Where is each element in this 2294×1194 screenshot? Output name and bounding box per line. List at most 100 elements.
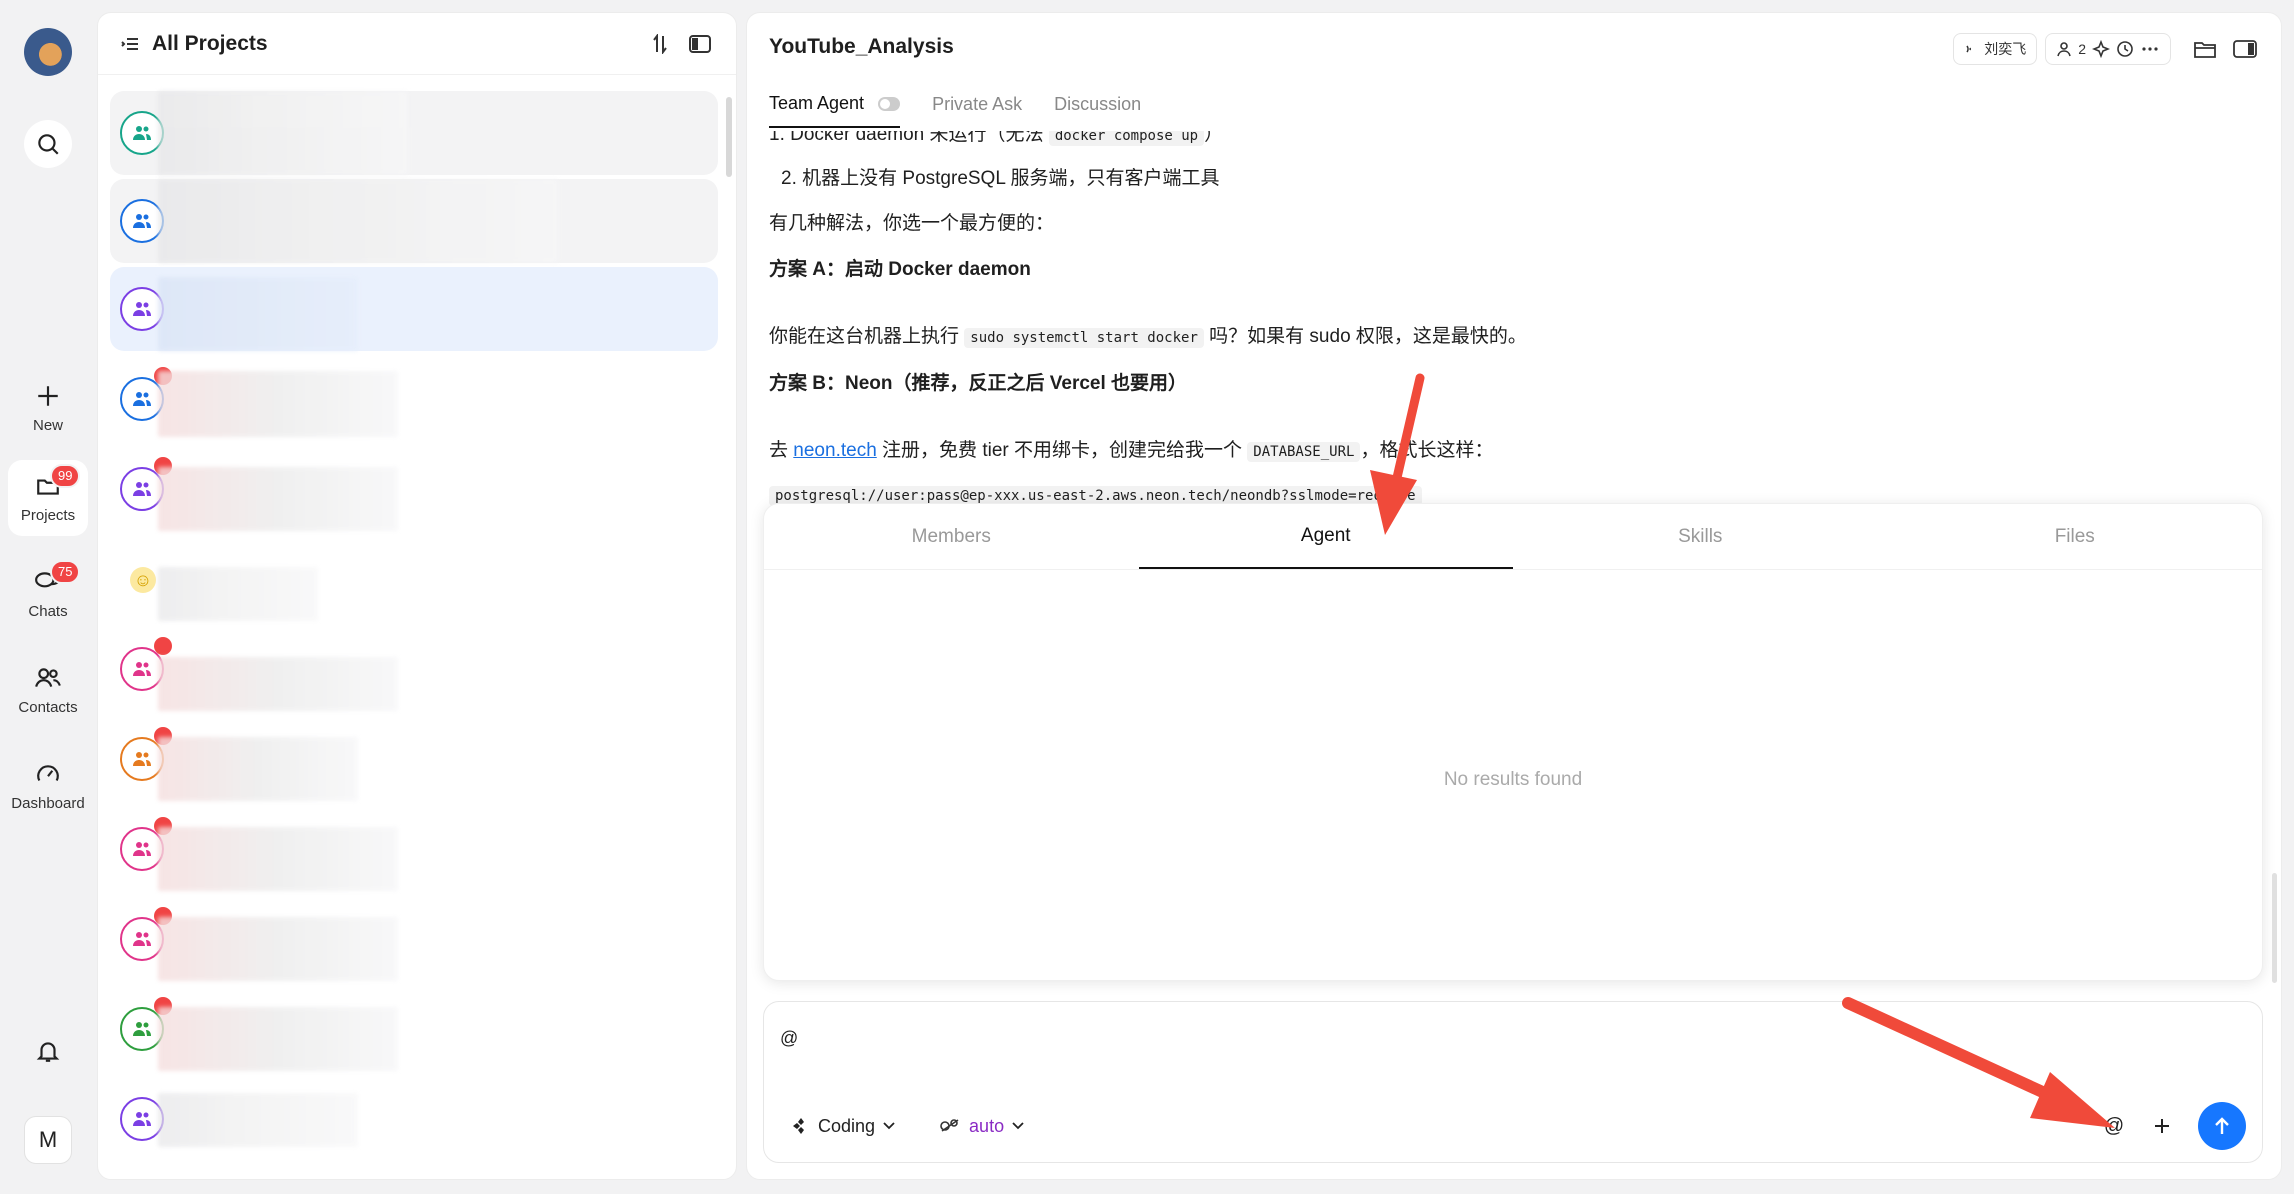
notifications-button[interactable]: [24, 1027, 72, 1075]
model-label: auto: [969, 1115, 1005, 1136]
project-row[interactable]: [110, 807, 718, 891]
tab-team-agent[interactable]: Team Agent: [769, 93, 901, 128]
projects-badge: 99: [50, 464, 81, 488]
workspace-button[interactable]: M: [24, 1116, 72, 1164]
plus-icon: [38, 385, 58, 406]
owner-pill[interactable]: 刘奕飞: [1953, 33, 2038, 65]
model-select[interactable]: auto: [927, 1106, 1036, 1146]
chat-line: 2. 机器上没有 PostgreSQL 服务端，只有客户端工具: [781, 168, 1220, 189]
arrow-up-icon: [2215, 1117, 2229, 1134]
rail-chats-button[interactable]: Chats 75: [8, 556, 88, 632]
plus-icon: [2155, 1119, 2169, 1133]
members-pill[interactable]: 2: [2045, 33, 2171, 65]
search-button[interactable]: [24, 120, 72, 168]
rail-dashboard-label: Dashboard: [11, 794, 85, 812]
rail-new-button[interactable]: New: [8, 370, 88, 446]
projects-panel: All Projects ☺: [97, 12, 737, 1180]
project-row[interactable]: [110, 1077, 718, 1161]
popover-tab-files[interactable]: Files: [1888, 504, 2263, 569]
chat-scrollbar[interactable]: [2272, 873, 2277, 983]
send-button[interactable]: [2198, 1102, 2246, 1150]
attach-button[interactable]: [2142, 1106, 2182, 1146]
team-agent-toggle[interactable]: [878, 96, 901, 111]
rail-dashboard-button[interactable]: Dashboard: [8, 748, 88, 824]
signal-icon: [1966, 45, 1972, 53]
clock-icon: [2117, 41, 2133, 57]
message-composer[interactable]: @ Coding auto @: [763, 1001, 2263, 1163]
popover-tab-members[interactable]: Members: [764, 504, 1139, 569]
chevron-down-icon: [1012, 1122, 1024, 1130]
model-icon: [940, 1119, 959, 1132]
chat-line: 有几种解法，你选一个最方便的：: [769, 213, 1055, 234]
member-count: 2: [2078, 41, 2086, 57]
page-title: YouTube_Analysis: [769, 35, 954, 58]
sort-icon: [653, 33, 667, 54]
project-row[interactable]: [110, 91, 718, 175]
left-rail: New Projects 99 Chats 75 Contacts Dashbo…: [0, 0, 96, 1194]
gauge-icon: [37, 764, 59, 781]
bell-icon: [36, 1042, 60, 1062]
list-icon: [121, 37, 138, 50]
chats-badge: 75: [50, 560, 81, 584]
folder-button[interactable]: [2189, 33, 2221, 65]
mode-select[interactable]: Coding: [780, 1106, 907, 1146]
project-row[interactable]: ☺: [110, 537, 718, 621]
popover-tab-agent[interactable]: Agent: [1138, 504, 1513, 569]
tab-private-ask[interactable]: Private Ask: [932, 94, 1022, 127]
plan-b-heading: 方案 B：Neon（推荐，反正之后 Vercel 也要用）: [769, 373, 1188, 394]
projects-header: All Projects: [98, 13, 736, 75]
smiley-icon: ☺: [130, 567, 156, 593]
rail-projects-label: Projects: [20, 506, 76, 524]
neon-link[interactable]: neon.tech: [793, 440, 876, 461]
project-row[interactable]: [110, 987, 718, 1071]
project-row[interactable]: [110, 717, 718, 801]
mention-button[interactable]: @: [2094, 1106, 2134, 1146]
coding-icon: [793, 1118, 804, 1134]
owner-name: 刘奕飞: [1984, 41, 2027, 57]
header-actions: 刘奕飞 2: [1953, 33, 2261, 65]
main-tabs: Team Agent Private Ask Discussion: [769, 93, 1141, 128]
main-panel: YouTube_Analysis 刘奕飞 2 Team Agent Privat…: [746, 12, 2282, 1180]
person-icon: [2057, 42, 2071, 57]
project-row[interactable]: [110, 357, 718, 441]
project-row[interactable]: [110, 627, 718, 711]
rail-new-label: New: [32, 416, 63, 434]
popover-tab-skills[interactable]: Skills: [1513, 504, 1888, 569]
sort-button[interactable]: [646, 30, 674, 58]
rail-contacts-button[interactable]: Contacts: [8, 652, 88, 728]
project-row[interactable]: [110, 179, 718, 263]
search-icon: [38, 134, 59, 155]
rail-contacts-label: Contacts: [18, 698, 78, 716]
sidebar-icon: [689, 34, 711, 53]
mode-label: Coding: [818, 1115, 876, 1136]
popover-tabs: Members Agent Skills Files: [764, 504, 2262, 570]
project-row[interactable]: [110, 447, 718, 531]
projects-title: All Projects: [152, 31, 268, 55]
more-icon: [2142, 47, 2158, 51]
inline-code: DATABASE_URL: [1247, 442, 1361, 462]
tab-team-agent-label: Team Agent: [769, 93, 865, 113]
mention-popover: Members Agent Skills Files No results fo…: [763, 503, 2263, 981]
tab-discussion[interactable]: Discussion: [1054, 94, 1141, 127]
collapse-panel-button[interactable]: [686, 30, 714, 58]
plan-a-heading: 方案 A：启动 Docker daemon: [769, 259, 1031, 280]
empty-state-text: No results found: [1443, 769, 1583, 790]
chat-line: 去 neon.tech 注册，免费 tier 不用绑卡，创建完给我一个 DATA…: [769, 440, 1494, 462]
rail-projects-button[interactable]: Projects 99: [8, 460, 88, 536]
projects-scrollbar[interactable]: [726, 97, 732, 177]
chevron-down-icon: [883, 1122, 895, 1130]
project-row[interactable]: [110, 897, 718, 981]
toggle-sidebar-button[interactable]: [2229, 33, 2261, 65]
message-input[interactable]: @: [780, 1028, 798, 1049]
project-row-selected[interactable]: [110, 267, 718, 351]
inline-code: sudo systemctl start docker: [964, 328, 1204, 348]
at-icon: @: [2103, 1114, 2125, 1137]
contacts-icon: [35, 667, 61, 687]
unread-dot: [154, 637, 172, 655]
rail-chats-label: Chats: [28, 602, 68, 620]
composer-toolbar: Coding auto @: [780, 1102, 2246, 1150]
chat-line: 你能在这台机器上执行 sudo systemctl start docker 吗…: [769, 326, 1527, 348]
sparkle-icon: [2092, 40, 2110, 58]
folder-open-icon: [2194, 42, 2216, 58]
user-avatar[interactable]: [24, 28, 72, 76]
